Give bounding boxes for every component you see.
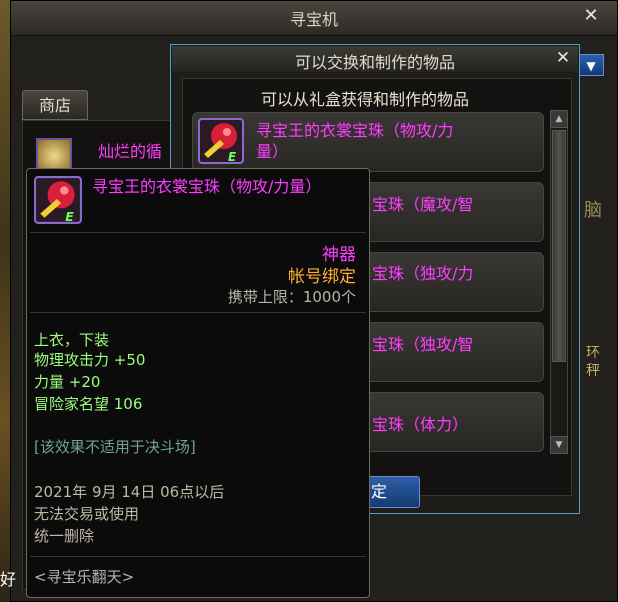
background-text-line: 环 (586, 345, 600, 361)
exchange-item-name: 宝珠（魔攻/智 (372, 195, 474, 214)
exchange-item-name: 宝珠（体力） (372, 415, 469, 434)
tooltip-source: <寻宝乐翻天> (34, 568, 135, 586)
orb-hammer-icon: E (34, 176, 82, 224)
scroll-up-icon[interactable]: ▲ (550, 110, 568, 128)
scrollbar-thumb[interactable] (552, 130, 566, 362)
background-text: 环 秤 (586, 344, 600, 380)
svg-text:E: E (228, 150, 237, 164)
tooltip-expiry-text: 无法交易或使用 (34, 505, 140, 523)
exchange-item-name: 宝珠（独攻/智 (372, 335, 474, 354)
window-close-icon[interactable]: ✕ (580, 5, 602, 27)
tooltip-stack-limit: 携带上限：1000个 (227, 288, 356, 306)
scroll-down-icon[interactable]: ▼ (550, 436, 568, 454)
tooltip-stat: 物理攻击力 +50 (34, 351, 146, 369)
background-text: 好 (0, 570, 17, 589)
tab-shop[interactable]: 商店 (22, 90, 88, 120)
tooltip-expiry-text: 统一删除 (34, 527, 95, 545)
tooltip-bind-type: 帐号绑定 (288, 267, 356, 287)
tooltip-expiry-date: 2021年 9月 14日 06点以后 (34, 483, 225, 501)
shop-item-name: 灿烂的循 (98, 142, 163, 161)
tooltip-stat: 力量 +20 (34, 373, 101, 391)
orb-hammer-icon: E (198, 118, 244, 164)
exchange-item-name: 宝珠（独攻/力 (372, 264, 474, 283)
tooltip-stat: 冒险家名望 106 (34, 395, 143, 413)
background-text: 脑 (584, 200, 602, 221)
divider (30, 232, 366, 233)
background-text-line: 秤 (586, 363, 600, 379)
tooltip-equip-slots: 上衣，下装 (34, 331, 110, 349)
svg-text:E: E (65, 209, 74, 224)
exchange-list-subtitle: 可以从礼盒获得和制作的物品 (260, 90, 469, 109)
exchange-panel-title: 可以交换和制作的物品 (294, 53, 455, 72)
tooltip-pvp-note: [该效果不适用于决斗场] (34, 438, 196, 456)
tooltip-item-name: 寻宝王的衣裳宝珠（物攻/力量） (92, 177, 322, 196)
exchange-item-name-line2: 量） (256, 142, 289, 161)
divider (30, 556, 366, 557)
exchange-item-name-line1: 寻宝王的衣裳宝珠（物攻/力 (256, 121, 454, 140)
exchange-close-icon[interactable]: ✕ (552, 47, 574, 69)
dropdown-arrow-icon[interactable]: ▼ (578, 54, 604, 76)
divider (30, 312, 366, 313)
window-title: 寻宝机 (289, 10, 338, 29)
